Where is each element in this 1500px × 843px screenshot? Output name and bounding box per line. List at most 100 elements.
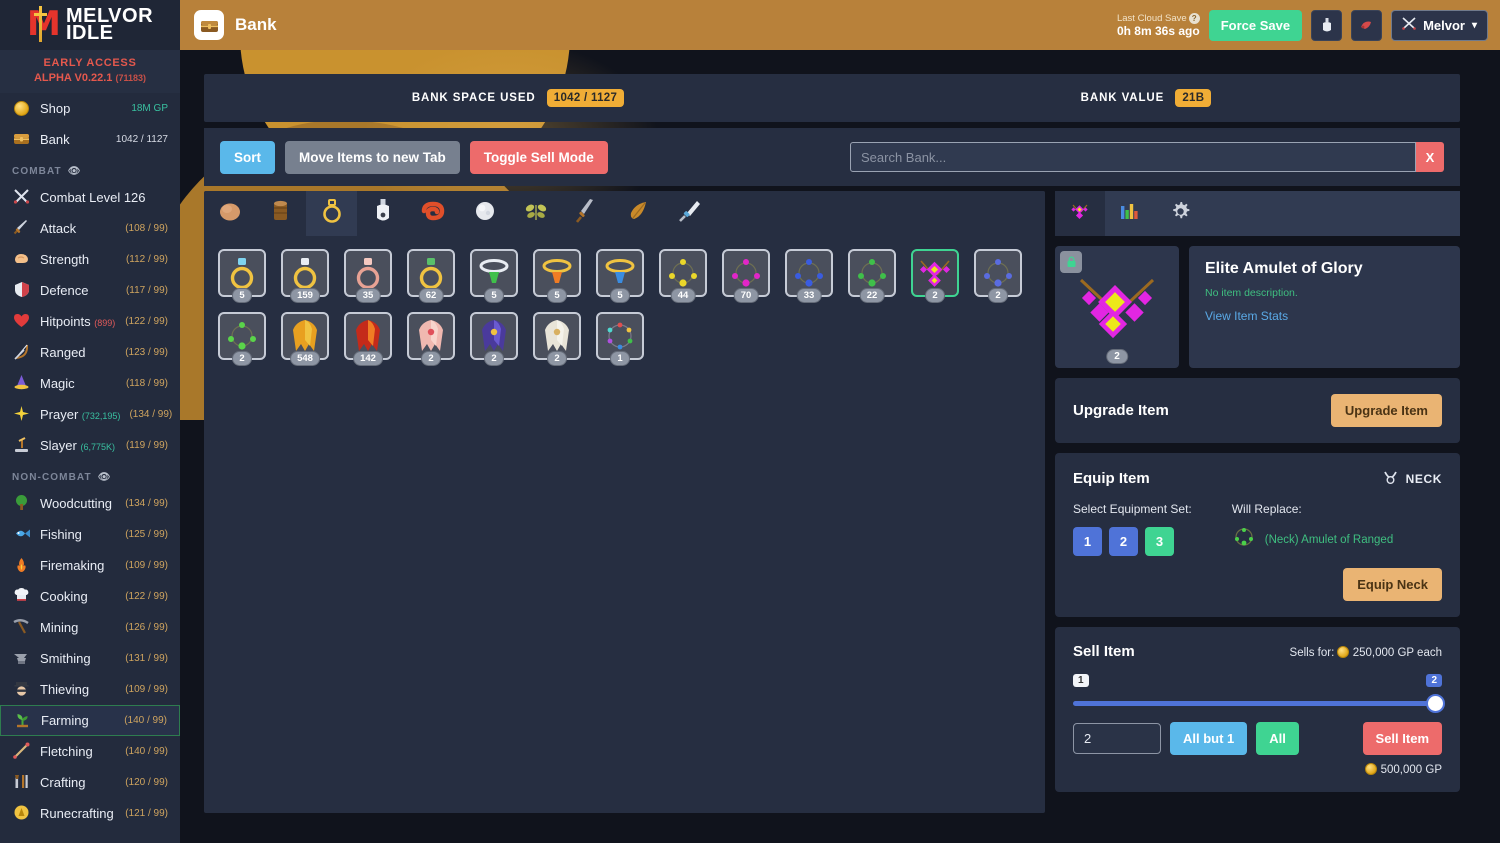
sort-button[interactable]: Sort	[220, 140, 275, 174]
view-item-stats-link[interactable]: View Item Stats	[1205, 309, 1444, 323]
all-but-one-button[interactable]: All but 1	[1170, 722, 1248, 755]
ring-diamond-icon	[225, 255, 259, 291]
bank-item-slot[interactable]: 70	[722, 249, 770, 303]
bank-item-slot[interactable]: 22	[848, 249, 896, 303]
sidebar-item-smithing[interactable]: Smithing (131 / 99)	[0, 643, 180, 674]
bank-item-slot[interactable]: 62	[407, 249, 455, 303]
bank-tab-4[interactable]	[408, 191, 459, 236]
upgrade-item-button[interactable]: Upgrade Item	[1330, 394, 1442, 427]
bank-tab-7[interactable]	[561, 191, 612, 236]
equipment-set-1[interactable]: 1	[1073, 527, 1102, 556]
fish-icon	[13, 526, 31, 544]
bank-item-slot[interactable]: 2	[470, 312, 518, 366]
selected-item-name: Elite Amulet of Glory	[1205, 260, 1363, 277]
gem-cluster-yellow-icon	[666, 256, 700, 290]
bank-item-slot[interactable]: 44	[659, 249, 707, 303]
sidebar-item-thieving[interactable]: Thieving (109 / 99)	[0, 674, 180, 705]
equip-neck-button[interactable]: Equip Neck	[1343, 568, 1442, 601]
bank-item-slot[interactable]: 548	[281, 312, 329, 366]
sidebar-item-combat-level-126[interactable]: Combat Level 126	[0, 182, 180, 213]
bank-item-slot[interactable]: 2	[911, 249, 959, 303]
eye-icon[interactable]: 👁	[98, 472, 112, 483]
sidebar-item-prayer[interactable]: Prayer (732,195) (134 / 99)	[0, 399, 180, 430]
sidebar-item-slayer[interactable]: Slayer (6,775K) (119 / 99)	[0, 430, 180, 461]
bank-tab-9[interactable]	[663, 191, 714, 236]
sidebar-item-attack[interactable]: Attack (108 / 99)	[0, 213, 180, 244]
potion-icon[interactable]	[1311, 9, 1343, 41]
bank-tab-5[interactable]	[459, 191, 510, 236]
sell-quantity-slider[interactable]: 1 2	[1073, 674, 1445, 716]
bank-item-slot[interactable]: 5	[596, 249, 644, 303]
bank-tab-8[interactable]	[612, 191, 663, 236]
sidebar-item-woodcutting[interactable]: Woodcutting (134 / 99)	[0, 488, 180, 519]
combat-section-header: COMBAT 👁	[0, 155, 180, 182]
detail-tab-bar-chart[interactable]	[1105, 191, 1155, 236]
detail-tab-gear[interactable]	[1155, 191, 1205, 236]
toggle-sell-mode-button[interactable]: Toggle Sell Mode	[469, 140, 608, 174]
item-quantity: 2	[988, 288, 1008, 303]
bank-item-slot[interactable]: 5	[470, 249, 518, 303]
clear-search-button[interactable]: X	[1416, 142, 1444, 172]
sidebar-item-shop[interactable]: Shop 18M GP	[0, 93, 180, 124]
sell-quantity-input[interactable]	[1073, 723, 1161, 754]
sidebar-item-fishing[interactable]: Fishing (125 / 99)	[0, 519, 180, 550]
item-quantity: 2	[421, 351, 441, 366]
sell-item-button[interactable]: Sell Item	[1362, 722, 1442, 755]
sidebar-item-bank[interactable]: Bank 1042 / 1127	[0, 124, 180, 155]
log-icon	[268, 199, 294, 228]
slider-track[interactable]	[1073, 701, 1442, 706]
bank-tab-6[interactable]	[510, 191, 561, 236]
help-icon[interactable]: ?	[1188, 13, 1200, 24]
bank-item-slot[interactable]: 5	[218, 249, 266, 303]
slider-knob[interactable]	[1426, 694, 1445, 713]
sidebar-item-label: Shop	[40, 101, 71, 116]
lock-icon[interactable]	[1060, 251, 1082, 273]
sidebar-item-ranged[interactable]: Ranged (123 / 99)	[0, 337, 180, 368]
bank-tab-3[interactable]	[357, 191, 408, 236]
bank-item-slot[interactable]: 35	[344, 249, 392, 303]
sidebar-item-crafting[interactable]: Crafting (120 / 99)	[0, 767, 180, 798]
sidebar-item-firemaking[interactable]: Firemaking (109 / 99)	[0, 550, 180, 581]
pet-icon[interactable]	[1351, 9, 1383, 41]
bank-item-slot[interactable]: 2	[974, 249, 1022, 303]
selected-item-portrait[interactable]: 2	[1055, 246, 1179, 368]
bank-item-slot[interactable]: 159	[281, 249, 329, 303]
sidebar-item-value: (119 / 99)	[125, 440, 168, 451]
bank-item-slot[interactable]: 1	[596, 312, 644, 366]
sidebar-item-magic[interactable]: Magic (118 / 99)	[0, 368, 180, 399]
equipment-set-3[interactable]: 3	[1145, 527, 1174, 556]
gem-cluster-magenta-icon	[729, 256, 763, 290]
brand-logo[interactable]: M MELVOR IDLE	[0, 0, 180, 50]
chef-hat-icon	[12, 587, 31, 606]
search-input[interactable]	[850, 142, 1416, 172]
sidebar-item-farming[interactable]: Farming (140 / 99)	[0, 705, 180, 736]
sidebar-item-defence[interactable]: Defence (117 / 99)	[0, 275, 180, 306]
bank-item-slot[interactable]: 2	[218, 312, 266, 366]
eye-icon[interactable]: 👁	[68, 166, 82, 177]
sidebar-item-runecrafting[interactable]: Runecrafting (121 / 99)	[0, 798, 180, 829]
sidebar-item-fletching[interactable]: Fletching (140 / 99)	[0, 736, 180, 767]
bank-item-slot[interactable]: 2	[533, 312, 581, 366]
bank-item-slot[interactable]: 2	[407, 312, 455, 366]
prayer-star-icon	[12, 405, 31, 424]
potion-icon	[373, 198, 393, 229]
bank-item-slot[interactable]: 5	[533, 249, 581, 303]
detail-tab-item[interactable]	[1055, 191, 1105, 236]
force-save-button[interactable]: Force Save	[1208, 9, 1303, 41]
bank-item-slot[interactable]: 142	[344, 312, 392, 366]
noncombat-section-header: NON-COMBAT 👁	[0, 461, 180, 488]
sidebar-item-strength[interactable]: Strength (112 / 99)	[0, 244, 180, 275]
equipment-set-2[interactable]: 2	[1109, 527, 1138, 556]
sidebar-item-hitpoints[interactable]: Hitpoints (899) (122 / 99)	[0, 306, 180, 337]
bank-tab-1[interactable]	[255, 191, 306, 236]
sidebar: M MELVOR IDLE EARLY ACCESS ALPHA V0.22.1…	[0, 0, 180, 843]
all-button[interactable]: All	[1256, 722, 1299, 755]
sidebar-item-cooking[interactable]: Cooking (122 / 99)	[0, 581, 180, 612]
move-items-button[interactable]: Move Items to new Tab	[285, 140, 460, 174]
bank-tab-0[interactable]	[204, 191, 255, 236]
user-menu-button[interactable]: Melvor ▾	[1391, 9, 1488, 41]
bank-tab-2[interactable]	[306, 191, 357, 236]
bank-item-slot[interactable]: 33	[785, 249, 833, 303]
sidebar-item-mining[interactable]: Mining (126 / 99)	[0, 612, 180, 643]
seedling-icon	[13, 711, 32, 730]
